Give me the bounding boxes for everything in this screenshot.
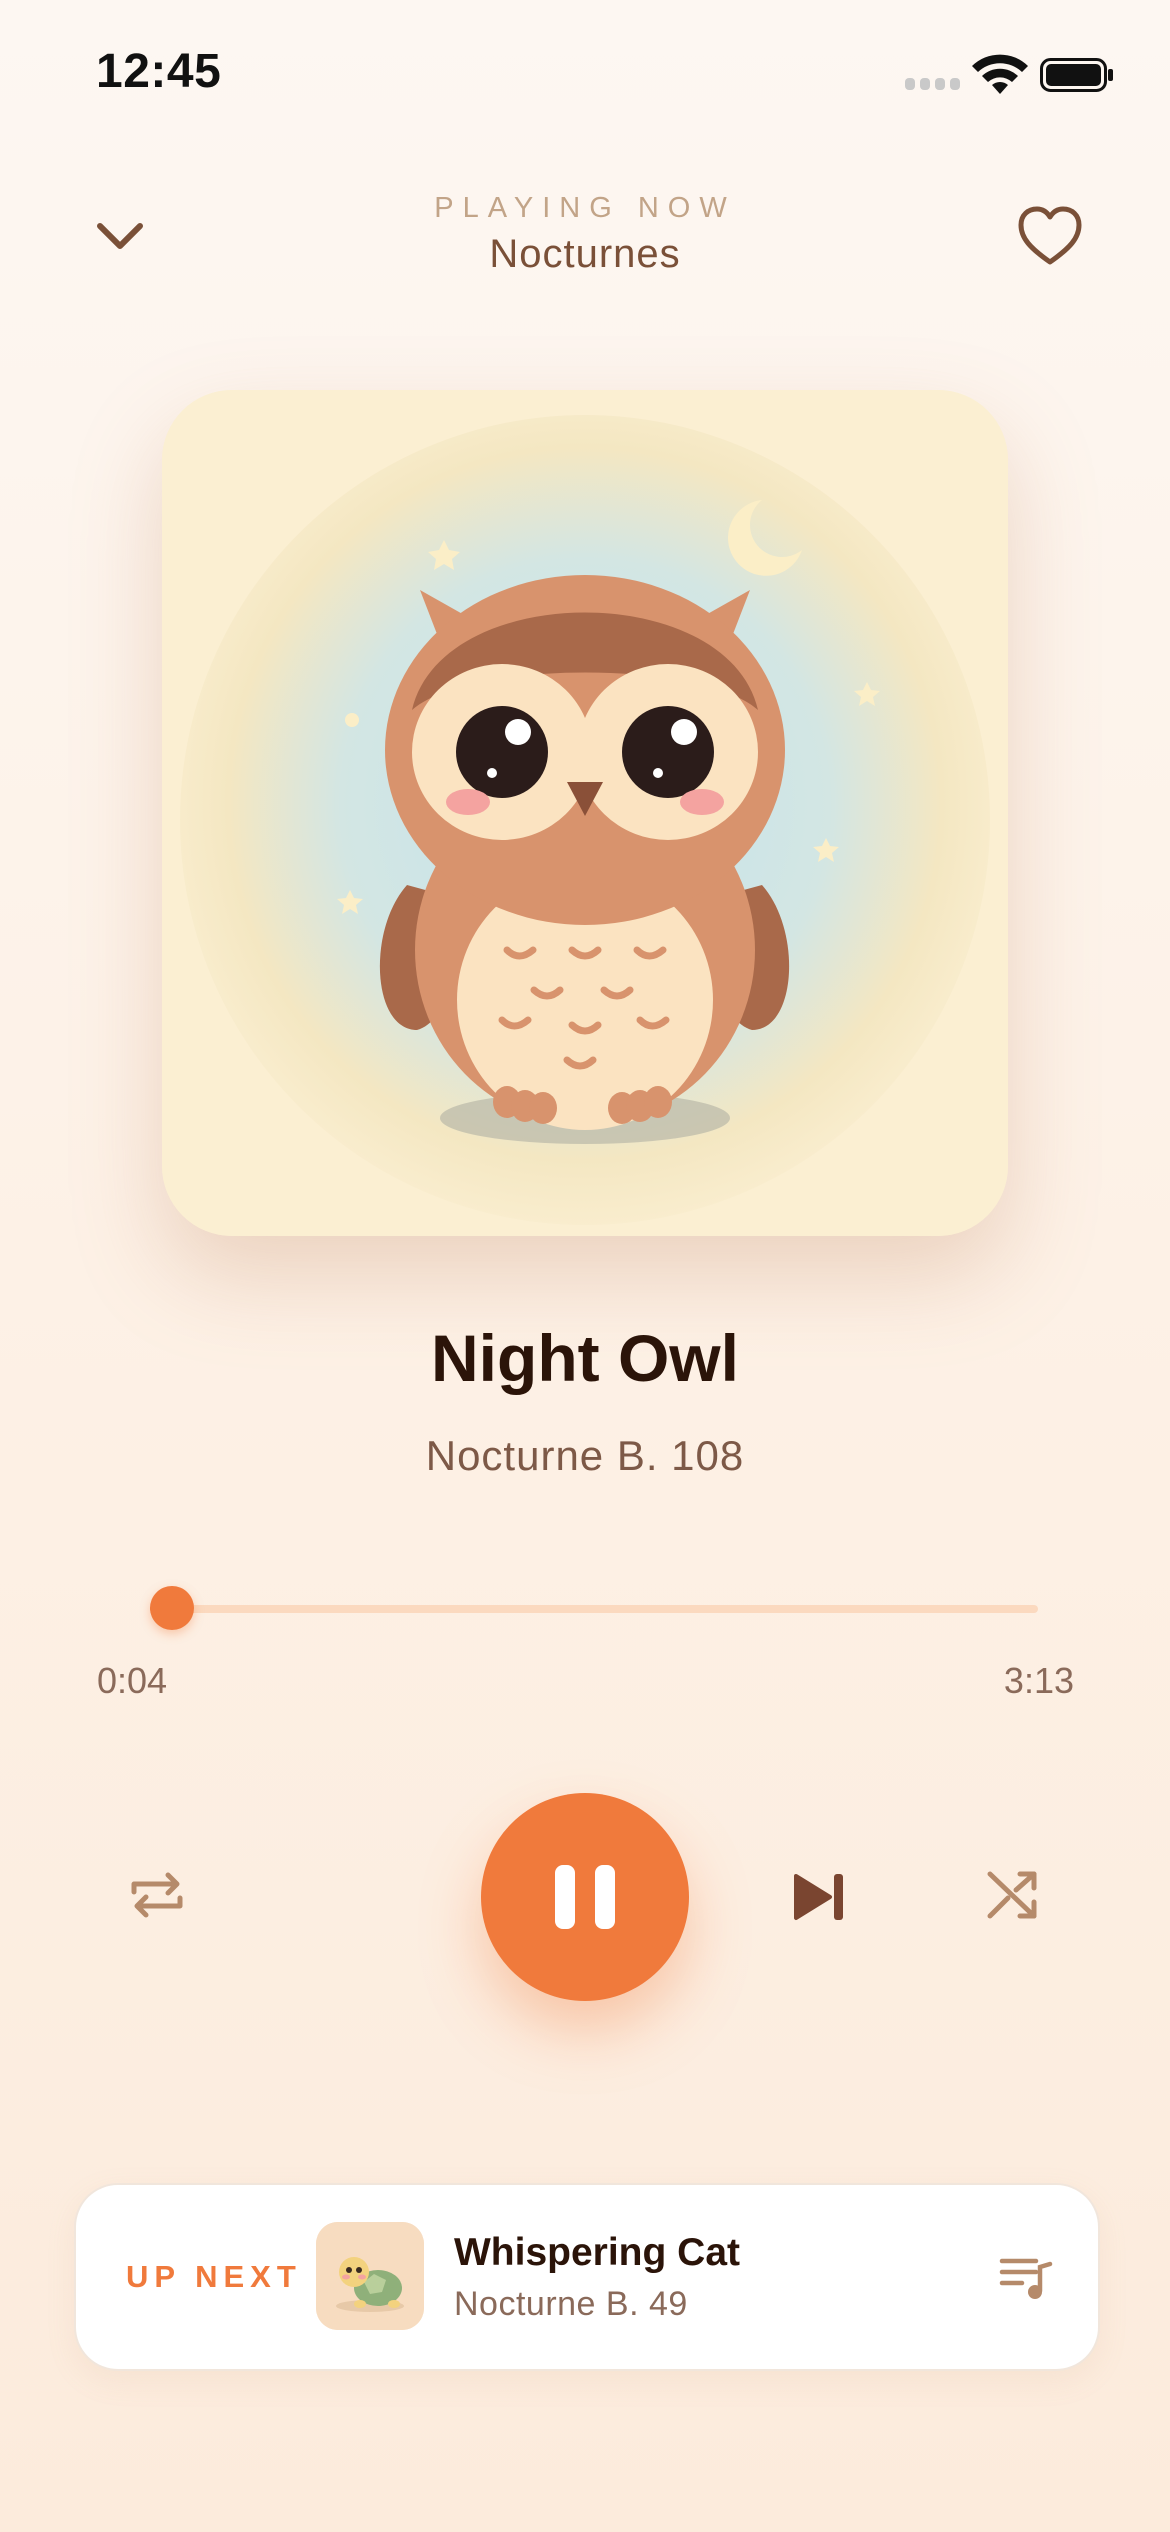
up-next-card[interactable]: UP NEXT Whispering Cat Nocturne B. 49 [74,2183,1100,2371]
progress-handle[interactable] [149,1586,194,1630]
now-playing-eyebrow: PLAYING NOW [434,192,736,224]
cellular-signal-icon [905,78,961,90]
wifi-icon [972,54,1028,94]
repeat-icon[interactable] [124,1862,190,1928]
up-next-artwork [316,2222,424,2330]
heart-icon[interactable] [1016,204,1084,268]
up-next-subtitle: Nocturne B. 49 [454,2285,688,2323]
playlist-title: Nocturnes [489,232,681,276]
queue-icon[interactable] [996,2247,1054,2305]
track-title: Night Owl [431,1321,739,1395]
status-time: 12:45 [96,45,222,98]
progress-track[interactable] [150,1605,1038,1613]
shuffle-icon[interactable] [980,1862,1046,1928]
track-subtitle: Nocturne B. 108 [425,1432,745,1479]
up-next-label: UP NEXT [126,2259,302,2294]
skip-next-icon[interactable] [790,1868,850,1926]
pause-button[interactable] [481,1793,689,2001]
elapsed-time: 0:04 [97,1660,168,1701]
total-time: 3:13 [1003,1660,1074,1701]
up-next-title: Whispering Cat [454,2231,741,2274]
battery-icon [1040,58,1113,92]
album-artwork [162,390,1008,1236]
